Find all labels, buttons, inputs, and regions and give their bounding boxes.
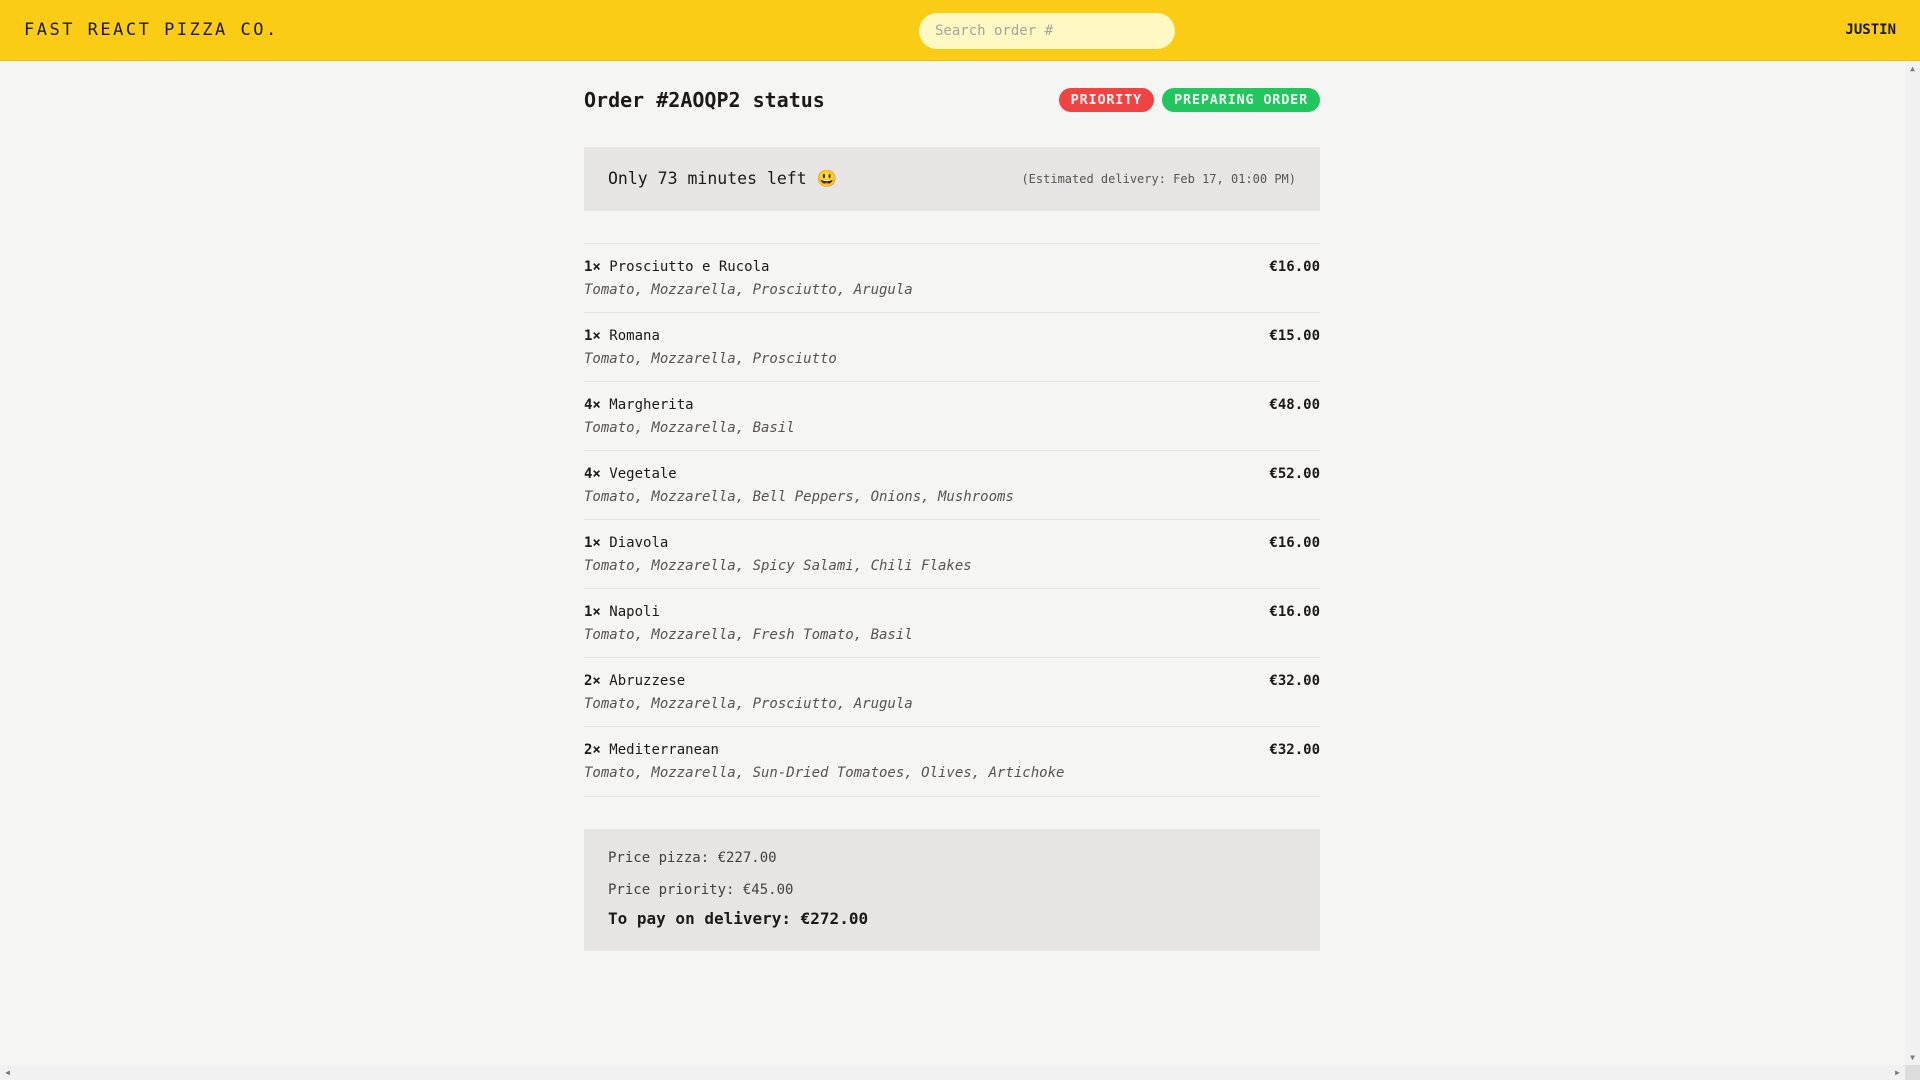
order-totals: Price pizza: €227.00 Price priority: €45…: [584, 829, 1320, 951]
item-name: Mediterranean: [609, 742, 719, 758]
total-to-pay: To pay on delivery: €272.00: [608, 909, 869, 928]
item-title: 4× Margherita: [584, 396, 694, 414]
order-item: 1× Diavola €16.00 Tomato, Mozzarella, Sp…: [584, 520, 1320, 589]
item-price: €32.00: [1269, 742, 1320, 758]
item-price: €48.00: [1269, 397, 1320, 413]
countdown-text: Only 73 minutes left 😃: [608, 169, 838, 188]
app-header: Fast React Pizza Co. Justin: [0, 0, 1920, 61]
item-price: €32.00: [1269, 673, 1320, 689]
logo-link[interactable]: Fast React Pizza Co.: [24, 20, 279, 40]
item-quantity: 4×: [584, 466, 601, 482]
order-item: 4× Margherita €48.00 Tomato, Mozzarella,…: [584, 382, 1320, 451]
order-item: 1× Napoli €16.00 Tomato, Mozzarella, Fre…: [584, 589, 1320, 658]
item-title: 1× Romana: [584, 327, 660, 345]
item-title: 2× Mediterranean: [584, 741, 719, 759]
order-title-row: Order #2AOQP2 status Priority Preparing …: [584, 87, 1320, 113]
scrollbar-corner: [1905, 1065, 1920, 1080]
item-title: 1× Napoli: [584, 603, 660, 621]
item-price: €52.00: [1269, 466, 1320, 482]
priority-badge: Priority: [1058, 88, 1155, 112]
item-quantity: 1×: [584, 259, 601, 275]
order-items-list: 1× Prosciutto e Rucola €16.00 Tomato, Mo…: [584, 243, 1320, 797]
item-ingredients: Tomato, Mozzarella, Bell Peppers, Onions…: [584, 489, 1014, 505]
item-quantity: 4×: [584, 397, 601, 413]
scroll-right-icon[interactable]: ▶: [1890, 1065, 1905, 1080]
item-name: Margherita: [609, 397, 694, 413]
item-quantity: 1×: [584, 328, 601, 344]
item-name: Prosciutto e Rucola: [609, 259, 770, 275]
status-badges: Priority Preparing order: [1058, 88, 1320, 112]
scroll-down-icon[interactable]: ▼: [1905, 1050, 1920, 1065]
status-badge: Preparing order: [1162, 88, 1320, 112]
item-quantity: 2×: [584, 742, 601, 758]
price-pizza: Price pizza: €227.00: [608, 850, 777, 866]
item-title: 4× Vegetale: [584, 465, 677, 483]
item-ingredients: Tomato, Mozzarella, Basil: [584, 420, 795, 436]
username: Justin: [1845, 22, 1896, 38]
item-ingredients: Tomato, Mozzarella, Sun-Dried Tomatoes, …: [584, 765, 1065, 781]
item-ingredients: Tomato, Mozzarella, Prosciutto, Arugula: [584, 282, 913, 298]
order-item: 2× Abruzzese €32.00 Tomato, Mozzarella, …: [584, 658, 1320, 727]
estimated-delivery: (Estimated delivery: Feb 17, 01:00 PM): [1021, 172, 1296, 186]
page-title: Order #2AOQP2 status: [584, 88, 825, 112]
item-quantity: 1×: [584, 604, 601, 620]
item-price: €16.00: [1269, 535, 1320, 551]
app-viewport: Fast React Pizza Co. Justin Order #2AOQP…: [0, 0, 1920, 1080]
item-ingredients: Tomato, Mozzarella, Prosciutto: [584, 351, 837, 367]
order-item: 4× Vegetale €52.00 Tomato, Mozzarella, B…: [584, 451, 1320, 520]
scroll-up-icon[interactable]: ▲: [1905, 61, 1920, 76]
item-quantity: 2×: [584, 673, 601, 689]
item-ingredients: Tomato, Mozzarella, Prosciutto, Arugula: [584, 696, 913, 712]
item-title: 1× Prosciutto e Rucola: [584, 258, 769, 276]
vertical-scrollbar[interactable]: ▲ ▼: [1905, 61, 1920, 1065]
item-title: 2× Abruzzese: [584, 672, 685, 690]
item-ingredients: Tomato, Mozzarella, Spicy Salami, Chili …: [584, 558, 972, 574]
item-quantity: 1×: [584, 535, 601, 551]
item-name: Vegetale: [609, 466, 677, 482]
item-title: 1× Diavola: [584, 534, 668, 552]
delivery-countdown: Only 73 minutes left 😃 (Estimated delive…: [584, 147, 1320, 211]
search-order-input[interactable]: [919, 13, 1175, 49]
item-price: €16.00: [1269, 604, 1320, 620]
horizontal-scrollbar[interactable]: ◀ ▶: [0, 1065, 1905, 1080]
order-item: 1× Prosciutto e Rucola €16.00 Tomato, Mo…: [584, 244, 1320, 313]
item-name: Diavola: [609, 535, 669, 551]
item-name: Napoli: [609, 604, 660, 620]
order-page: Order #2AOQP2 status Priority Preparing …: [584, 61, 1320, 951]
scroll-left-icon[interactable]: ◀: [0, 1065, 15, 1080]
item-ingredients: Tomato, Mozzarella, Fresh Tomato, Basil: [584, 627, 913, 643]
item-name: Romana: [609, 328, 660, 344]
order-item: 2× Mediterranean €32.00 Tomato, Mozzarel…: [584, 727, 1320, 796]
price-priority: Price priority: €45.00: [608, 882, 794, 898]
item-price: €16.00: [1269, 259, 1320, 275]
order-item: 1× Romana €15.00 Tomato, Mozzarella, Pro…: [584, 313, 1320, 382]
item-price: €15.00: [1269, 328, 1320, 344]
item-name: Abruzzese: [609, 673, 686, 689]
